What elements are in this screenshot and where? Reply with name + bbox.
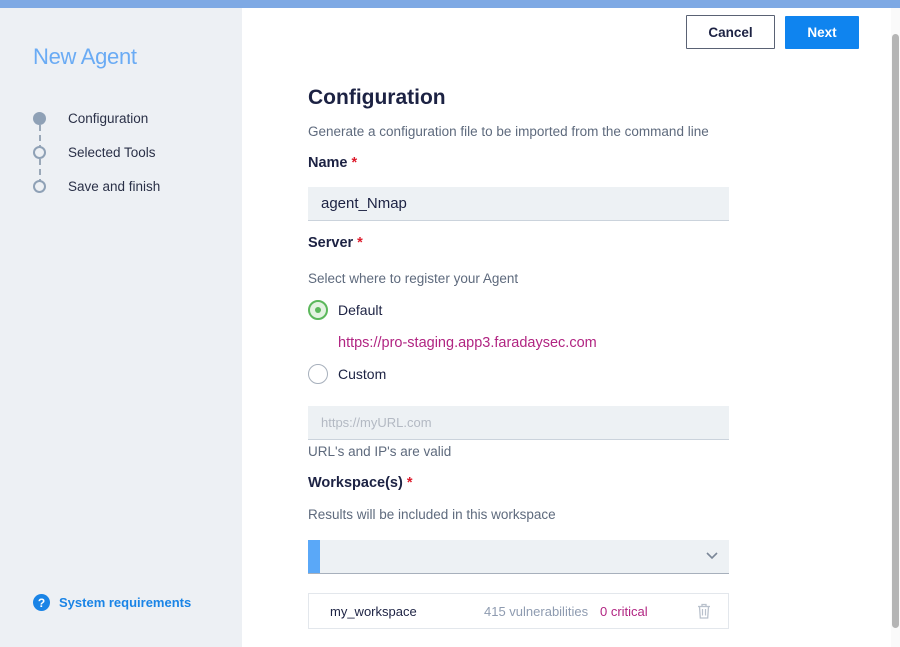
workspaces-label-text: Workspace(s) xyxy=(308,475,403,491)
workspaces-hint: Results will be included in this workspa… xyxy=(308,507,556,522)
chevron-down-icon xyxy=(705,548,719,567)
next-button[interactable]: Next xyxy=(785,16,859,49)
name-field-label: Name * xyxy=(308,155,357,171)
workspace-critical-count: 0 critical xyxy=(600,604,648,619)
workspace-list-item: my_workspace 415 vulnerabilities 0 criti… xyxy=(308,593,729,629)
system-requirements-link[interactable]: ? System requirements xyxy=(33,594,191,611)
server-label-text: Server xyxy=(308,235,354,251)
default-server-radio[interactable] xyxy=(308,300,328,320)
workspace-vulnerability-count: 415 vulnerabilities xyxy=(484,604,589,619)
server-hint: Select where to register your Agent xyxy=(308,271,519,286)
step-label: Configuration xyxy=(68,110,149,126)
scrollbar-thumb[interactable] xyxy=(892,34,899,628)
system-requirements-label: System requirements xyxy=(59,595,192,610)
workspace-name: my_workspace xyxy=(330,604,417,619)
default-server-url: https://pro-staging.app3.faradaysec.com xyxy=(338,335,597,351)
required-mark: * xyxy=(406,475,413,491)
step-selected-tools[interactable]: Selected Tools xyxy=(33,145,156,160)
trash-icon[interactable] xyxy=(697,603,711,624)
step-dot xyxy=(33,145,46,159)
step-dot xyxy=(33,179,46,193)
radio-checked-dot xyxy=(315,307,321,313)
page-title: Configuration xyxy=(308,86,446,109)
page-description: Generate a configuration file to be impo… xyxy=(308,124,709,139)
step-save-and-finish[interactable]: Save and finish xyxy=(33,179,160,194)
server-field-label: Server * xyxy=(308,235,363,251)
question-circle-icon: ? xyxy=(33,594,50,611)
name-label-text: Name xyxy=(308,155,348,171)
custom-url-hint: URL's and IP's are valid xyxy=(308,444,452,459)
top-accent-bar xyxy=(0,0,900,8)
sidebar-title: New Agent xyxy=(33,44,137,69)
custom-server-radio[interactable] xyxy=(308,364,328,384)
required-mark: * xyxy=(357,235,363,251)
step-label: Selected Tools xyxy=(68,144,156,160)
select-focus-accent xyxy=(308,540,320,573)
step-label: Save and finish xyxy=(68,178,161,194)
step-configuration[interactable]: Configuration xyxy=(33,111,148,126)
name-input[interactable] xyxy=(308,187,729,221)
cancel-button[interactable]: Cancel xyxy=(686,15,775,49)
custom-server-label[interactable]: Custom xyxy=(338,366,386,382)
default-server-label[interactable]: Default xyxy=(338,302,382,318)
workspaces-field-label: Workspace(s) * xyxy=(308,475,412,491)
required-mark: * xyxy=(351,155,358,171)
step-dot-active xyxy=(33,111,46,125)
custom-url-input[interactable] xyxy=(308,406,729,440)
sidebar: New Agent Configuration Selected Tools S… xyxy=(0,8,242,647)
workspace-select[interactable] xyxy=(308,540,729,574)
